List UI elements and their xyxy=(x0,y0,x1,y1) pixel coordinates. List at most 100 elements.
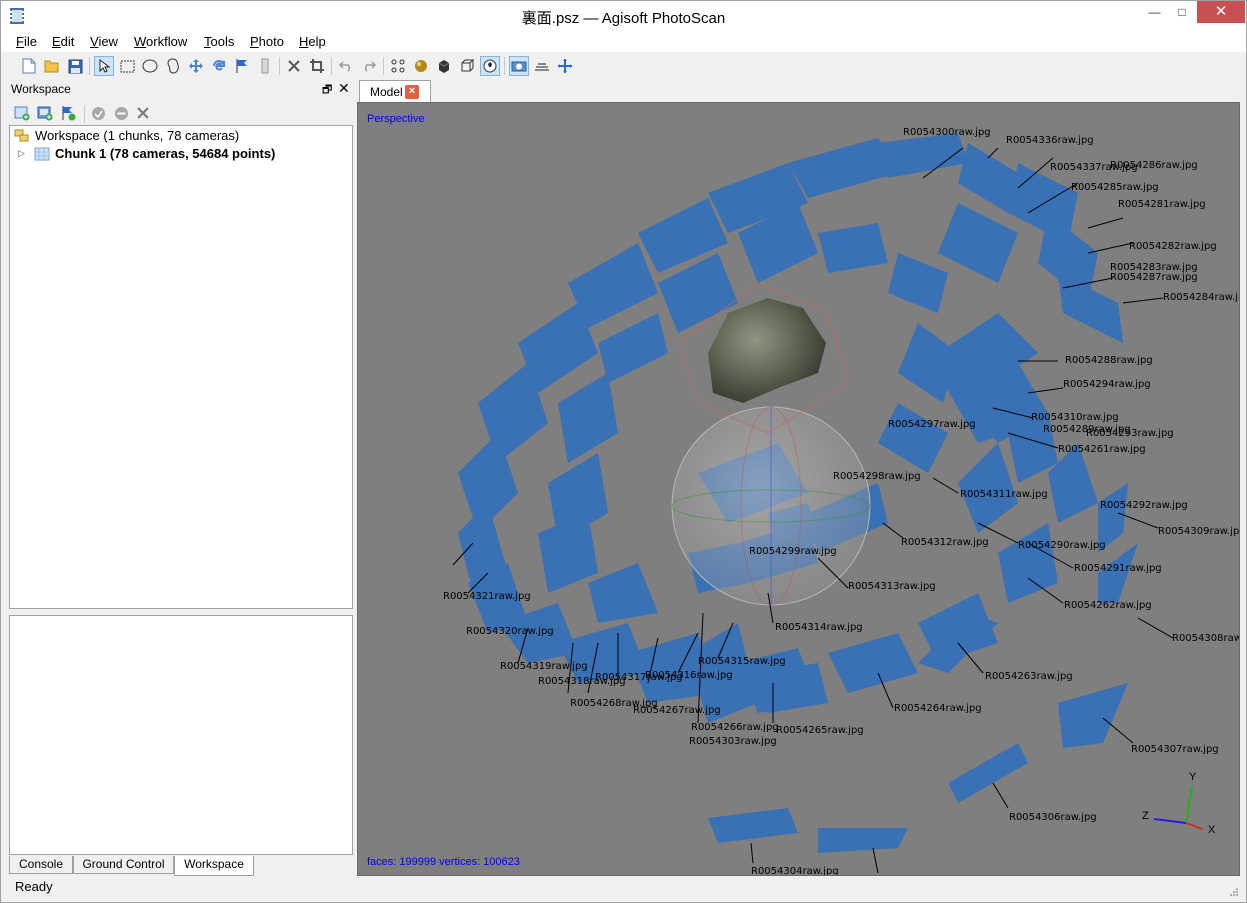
ruler-icon[interactable] xyxy=(255,56,275,76)
textured-icon[interactable] xyxy=(480,56,500,76)
tab-workspace[interactable]: Workspace xyxy=(174,856,254,876)
menu-tools-label: ools xyxy=(210,34,235,49)
tab-model-label: Model xyxy=(370,85,403,99)
new-file-icon[interactable] xyxy=(19,56,39,76)
title-bar: 裏面.psz — Agisoft PhotoScan — □ ✕ xyxy=(1,1,1246,32)
workspace-panel-header: Workspace 🗗 ✕ xyxy=(8,80,353,98)
camera-label: R0054281raw.jpg xyxy=(1118,199,1206,210)
tree-item-label: Workspace (1 chunks, 78 cameras) xyxy=(35,128,240,143)
close-panel-button[interactable]: ✕ xyxy=(338,80,350,97)
move-object-icon[interactable] xyxy=(186,56,206,76)
tab-console[interactable]: Console xyxy=(9,856,73,874)
show-cameras-icon[interactable] xyxy=(509,56,529,76)
window-title: 裏面.psz — Agisoft PhotoScan xyxy=(521,10,726,27)
menu-photo-key: P xyxy=(250,34,259,49)
circle-selection-icon[interactable] xyxy=(140,56,160,76)
undo-icon[interactable] xyxy=(336,56,356,76)
workspace-panel-title: Workspace xyxy=(11,82,71,96)
axis-y-label: Y xyxy=(1189,771,1197,783)
camera-label: R0054303raw.jpg xyxy=(689,736,777,747)
tab-ground-control[interactable]: Ground Control xyxy=(73,856,174,874)
close-window-button[interactable]: ✕ xyxy=(1197,1,1245,23)
tree-item-workspace[interactable]: Workspace (1 chunks, 78 cameras) xyxy=(14,128,239,143)
undock-panel-button[interactable]: 🗗 xyxy=(322,81,332,100)
workspace-tree: Workspace (1 chunks, 78 cameras) ▷ Chunk… xyxy=(9,125,353,609)
menu-tools[interactable]: Tools xyxy=(204,34,234,49)
remove-icon[interactable] xyxy=(133,103,153,123)
shaded-icon[interactable] xyxy=(411,56,431,76)
axis-z-label: Z xyxy=(1142,810,1149,822)
menu-edit[interactable]: Edit xyxy=(52,34,74,49)
resize-grip-icon[interactable] xyxy=(1229,887,1239,897)
point-cloud-icon[interactable] xyxy=(388,56,408,76)
camera-label: R0054293raw.jpg xyxy=(1086,428,1174,439)
scene-3d[interactable]: R0054300raw.jpg R0054336raw.jpg R0054337… xyxy=(358,103,1240,876)
tab-model[interactable]: Model × xyxy=(359,80,431,103)
camera-label: R0054285raw.jpg xyxy=(1071,182,1159,193)
delete-selection-icon[interactable] xyxy=(284,56,304,76)
panel-tabs: Console Ground Control Workspace xyxy=(9,856,354,876)
main-toolbar xyxy=(1,53,1246,79)
camera-label: R0054320raw.jpg xyxy=(466,626,554,637)
reset-view-icon[interactable] xyxy=(555,56,575,76)
workspace-icon xyxy=(14,129,29,141)
add-photos-icon[interactable] xyxy=(35,103,55,123)
camera-label: R0054315raw.jpg xyxy=(698,656,786,667)
camera-label: R0054307raw.jpg xyxy=(1131,744,1219,755)
properties-pane xyxy=(9,615,353,855)
rectangle-selection-icon[interactable] xyxy=(117,56,137,76)
camera-label: R0054290raw.jpg xyxy=(1018,540,1106,551)
minimize-button[interactable]: — xyxy=(1141,1,1168,23)
workspace-toolbar xyxy=(8,101,353,125)
axis-gizmo: X Y Z xyxy=(1142,771,1216,836)
menu-photo[interactable]: Photo xyxy=(250,34,284,49)
show-region-icon[interactable] xyxy=(532,56,552,76)
menu-bar: File Edit View Workflow Tools Photo Help xyxy=(1,32,1246,52)
menu-edit-key: E xyxy=(52,34,61,49)
camera-label: R0054306raw.jpg xyxy=(1009,812,1097,823)
camera-label: R0054310raw.jpg xyxy=(1031,412,1119,423)
free-form-selection-icon[interactable] xyxy=(163,56,183,76)
camera-label: R0054286raw.jpg xyxy=(1110,160,1198,171)
camera-label: R0054308raw.jpg xyxy=(1172,633,1240,644)
redo-icon[interactable] xyxy=(359,56,379,76)
camera-label: R0054314raw.jpg xyxy=(775,622,863,633)
camera-label: R0054311raw.jpg xyxy=(960,489,1048,500)
tree-item-chunk[interactable]: ▷ Chunk 1 (78 cameras, 54684 points) xyxy=(14,146,275,161)
chunk-icon xyxy=(34,147,50,160)
menu-view[interactable]: View xyxy=(90,34,118,49)
save-icon[interactable] xyxy=(65,56,85,76)
camera-label: R0054284raw.jpg xyxy=(1163,292,1240,303)
camera-label: R0054321raw.jpg xyxy=(443,591,531,602)
menu-workflow[interactable]: Workflow xyxy=(134,34,187,49)
rotate-object-icon[interactable] xyxy=(209,56,229,76)
menu-photo-label: hoto xyxy=(258,34,284,49)
menu-help[interactable]: Help xyxy=(299,34,326,49)
add-chunk-icon[interactable] xyxy=(12,103,32,123)
menu-file[interactable]: File xyxy=(16,34,37,49)
photoscan-window: 裏面.psz — Agisoft PhotoScan — □ ✕ File Ed… xyxy=(0,0,1247,903)
camera-label: R0054264raw.jpg xyxy=(894,703,982,714)
marker-icon[interactable] xyxy=(232,56,252,76)
camera-label: R0054319raw.jpg xyxy=(500,661,588,672)
maximize-button[interactable]: □ xyxy=(1169,1,1195,23)
camera-label: R0054313raw.jpg xyxy=(848,581,936,592)
camera-label: R0054262raw.jpg xyxy=(1064,600,1152,611)
disable-icon[interactable] xyxy=(111,103,131,123)
add-marker-icon[interactable] xyxy=(58,103,78,123)
close-tab-icon[interactable]: × xyxy=(405,85,419,99)
camera-label: R0054312raw.jpg xyxy=(901,537,989,548)
crop-selection-icon[interactable] xyxy=(307,56,327,76)
solid-icon[interactable] xyxy=(434,56,454,76)
menu-file-key: F xyxy=(16,34,24,49)
wireframe-icon[interactable] xyxy=(457,56,477,76)
open-file-icon[interactable] xyxy=(42,56,62,76)
expand-arrow-icon[interactable]: ▷ xyxy=(18,148,26,159)
navigation-icon[interactable] xyxy=(94,56,114,76)
model-viewport[interactable]: R0054300raw.jpg R0054336raw.jpg R0054337… xyxy=(357,102,1240,876)
menu-help-label: elp xyxy=(308,34,326,49)
camera-label: R0054336raw.jpg xyxy=(1006,135,1094,146)
menu-workflow-label: orkflow xyxy=(146,34,188,49)
enable-icon[interactable] xyxy=(88,103,108,123)
camera-label: R0054297raw.jpg xyxy=(888,419,976,430)
